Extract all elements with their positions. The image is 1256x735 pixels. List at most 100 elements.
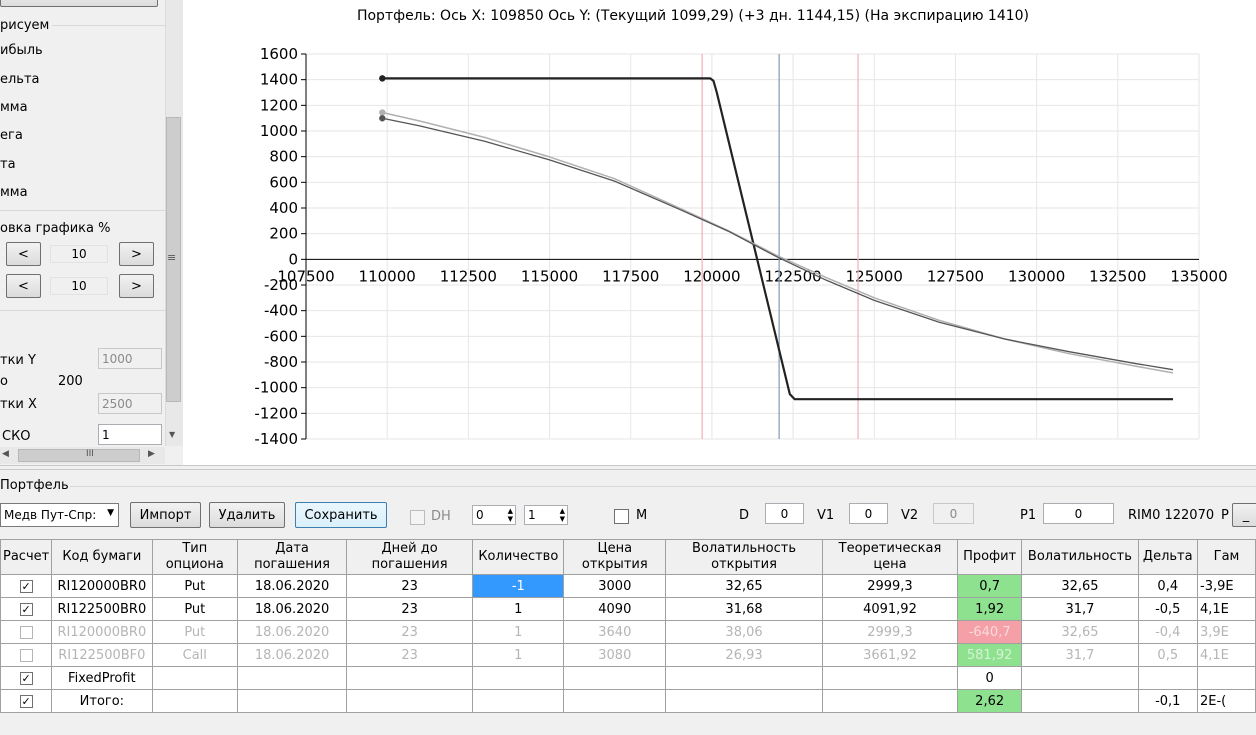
calc-checkbox[interactable]: ✓ (19, 694, 33, 708)
scroll-left-arrow-icon[interactable]: ◀ (2, 449, 9, 459)
calc-checkbox[interactable] (19, 625, 33, 639)
cell-vol-open[interactable]: 26,93 (665, 643, 823, 667)
grid-x-label: тки X (0, 397, 37, 412)
cell-delta (1137, 666, 1199, 690)
cell-date: 18.06.2020 (237, 620, 348, 644)
cell-code: RI120000BR0 (51, 574, 153, 598)
y-tick-label: -1400 (254, 430, 298, 448)
spin1-field[interactable]: 0 ▲ ▼ (472, 505, 516, 525)
p1-field[interactable]: 0 (1043, 503, 1114, 524)
cell-qty[interactable]: -1 (472, 574, 565, 598)
cell-price[interactable] (563, 689, 667, 713)
cell-code: RI122500BR0 (51, 597, 153, 621)
cell-vol-open[interactable]: 31,68 (665, 597, 823, 621)
cell-vol: 32,65 (1021, 620, 1139, 644)
cell-profit: 1,92 (956, 597, 1023, 621)
cell-gamma: -3,9E (1197, 574, 1256, 598)
cell-vol-open[interactable] (665, 666, 823, 690)
table-row[interactable]: ✓ Итого: 2,62 -0,1 2E-( (0, 689, 1256, 713)
header-price[interactable]: Цена открытия (563, 539, 667, 575)
header-vol[interactable]: Волатильность (1021, 539, 1139, 575)
header-calc[interactable]: Расчет (0, 539, 53, 575)
cell-vol (1021, 689, 1139, 713)
draw-item-vega[interactable]: ега (0, 128, 23, 143)
draw-item-theta[interactable]: та (0, 157, 16, 172)
calc-checkbox-cell (0, 620, 53, 644)
y-tick-label: 1200 (260, 96, 298, 114)
import-button[interactable]: Импорт (130, 502, 201, 528)
header-qty[interactable]: Количество (472, 539, 565, 575)
cell-qty[interactable]: 1 (472, 643, 565, 667)
header-code[interactable]: Код бумаги (51, 539, 153, 575)
calc-checkbox[interactable] (19, 648, 33, 662)
header-delta[interactable]: Дельта (1137, 539, 1199, 575)
cell-price[interactable]: 3000 (563, 574, 667, 598)
d-field[interactable]: 0 (765, 503, 804, 524)
v2-field[interactable]: 0 (933, 503, 974, 524)
cell-delta: -0,1 (1137, 689, 1199, 713)
calc-checkbox[interactable]: ✓ (19, 602, 33, 616)
grid-y-field[interactable]: 1000 (98, 348, 162, 369)
zoom-x-value: 10 (50, 245, 108, 263)
v1-field[interactable]: 0 (849, 503, 888, 524)
draw-item-delta[interactable]: ельта (0, 72, 40, 87)
cell-price[interactable]: 4090 (563, 597, 667, 621)
header-vol-open[interactable]: Волатильность открытия (665, 539, 823, 575)
draw-item-gamma2[interactable]: мма (0, 185, 28, 200)
draw-item-gamma[interactable]: мма (0, 100, 28, 115)
cell-qty[interactable] (472, 689, 565, 713)
header-profit[interactable]: Профит (956, 539, 1023, 575)
p-button[interactable]: _ (1232, 503, 1256, 527)
draw-item-profit[interactable]: ибыль (0, 43, 43, 58)
spin2-arrows-icon[interactable]: ▲ ▼ (560, 507, 565, 523)
cell-qty[interactable]: 1 (472, 597, 565, 621)
y-tick-label: -200 (264, 276, 298, 294)
y-tick-label: -600 (264, 327, 298, 345)
horizontal-scroll-thumb[interactable] (18, 449, 140, 462)
table-row[interactable]: RI120000BR0 Put 18.06.2020 23 1 3640 38,06 2999… (0, 620, 1256, 644)
header-days[interactable]: Дней до погашения (346, 539, 474, 575)
zoom-x-dec-button[interactable]: < (6, 242, 41, 266)
cell-vol-open[interactable]: 38,06 (665, 620, 823, 644)
table-row[interactable]: ✓ RI122500BR0 Put 18.06.2020 23 1 4090 31,68 409… (0, 597, 1256, 621)
spin2-field[interactable]: 1 ▲ ▼ (524, 505, 568, 525)
grid-x-field[interactable]: 2500 (98, 393, 162, 414)
header-date[interactable]: Дата погашения (237, 539, 348, 575)
scroll-right-arrow-icon[interactable]: ▶ (148, 449, 155, 459)
zoom-x-inc-button[interactable]: > (119, 242, 154, 266)
cell-qty[interactable]: 1 (472, 620, 565, 644)
top-button-partial[interactable] (0, 0, 158, 7)
cell-type: Put (151, 574, 239, 598)
cell-vol-open[interactable]: 32,65 (665, 574, 823, 598)
cell-price[interactable]: 3640 (563, 620, 667, 644)
cell-price[interactable]: 3080 (563, 643, 667, 667)
series-line-2 (382, 111, 1174, 374)
cell-vol-open[interactable] (665, 689, 823, 713)
table-row[interactable]: RI122500BF0 Call 18.06.2020 23 1 3080 26,93 366… (0, 643, 1256, 667)
calc-checkbox[interactable]: ✓ (19, 671, 33, 685)
dh-checkbox[interactable] (410, 510, 425, 525)
delete-button[interactable]: Удалить (209, 502, 285, 528)
table-row[interactable]: ✓ RI120000BR0 Put 18.06.2020 23 -1 3000 32,65 29… (0, 574, 1256, 598)
payoff-chart: 107500 110000 112500 115000 117500 120000 1225… (254, 45, 1227, 448)
sko-field[interactable]: 1 (98, 424, 162, 445)
header-gamma[interactable]: Гам (1197, 539, 1256, 575)
cell-vol: 31,7 (1021, 597, 1139, 621)
table-row[interactable]: ✓ FixedProfit 0 (0, 666, 1256, 690)
splitter[interactable] (0, 465, 1256, 470)
o-label: о (0, 374, 8, 389)
spin1-arrows-icon[interactable]: ▲ ▼ (508, 507, 513, 523)
cell-qty[interactable] (472, 666, 565, 690)
chevron-down-icon: ▼ (107, 508, 114, 518)
zoom-y-dec-button[interactable]: < (6, 274, 41, 298)
cell-price[interactable] (563, 666, 667, 690)
m-checkbox[interactable] (614, 509, 629, 524)
header-type[interactable]: Тип опциона (151, 539, 239, 575)
calc-checkbox[interactable]: ✓ (19, 579, 33, 593)
portfolio-select[interactable]: Медв Пут-Спр: ▼ (0, 503, 119, 527)
save-button[interactable]: Сохранить (295, 502, 387, 528)
header-theor[interactable]: Теоретическая цена (821, 539, 958, 575)
zoom-y-inc-button[interactable]: > (119, 274, 154, 298)
scroll-down-arrow-icon[interactable]: ▼ (169, 430, 175, 439)
cell-theor: 2999,3 (821, 574, 958, 598)
